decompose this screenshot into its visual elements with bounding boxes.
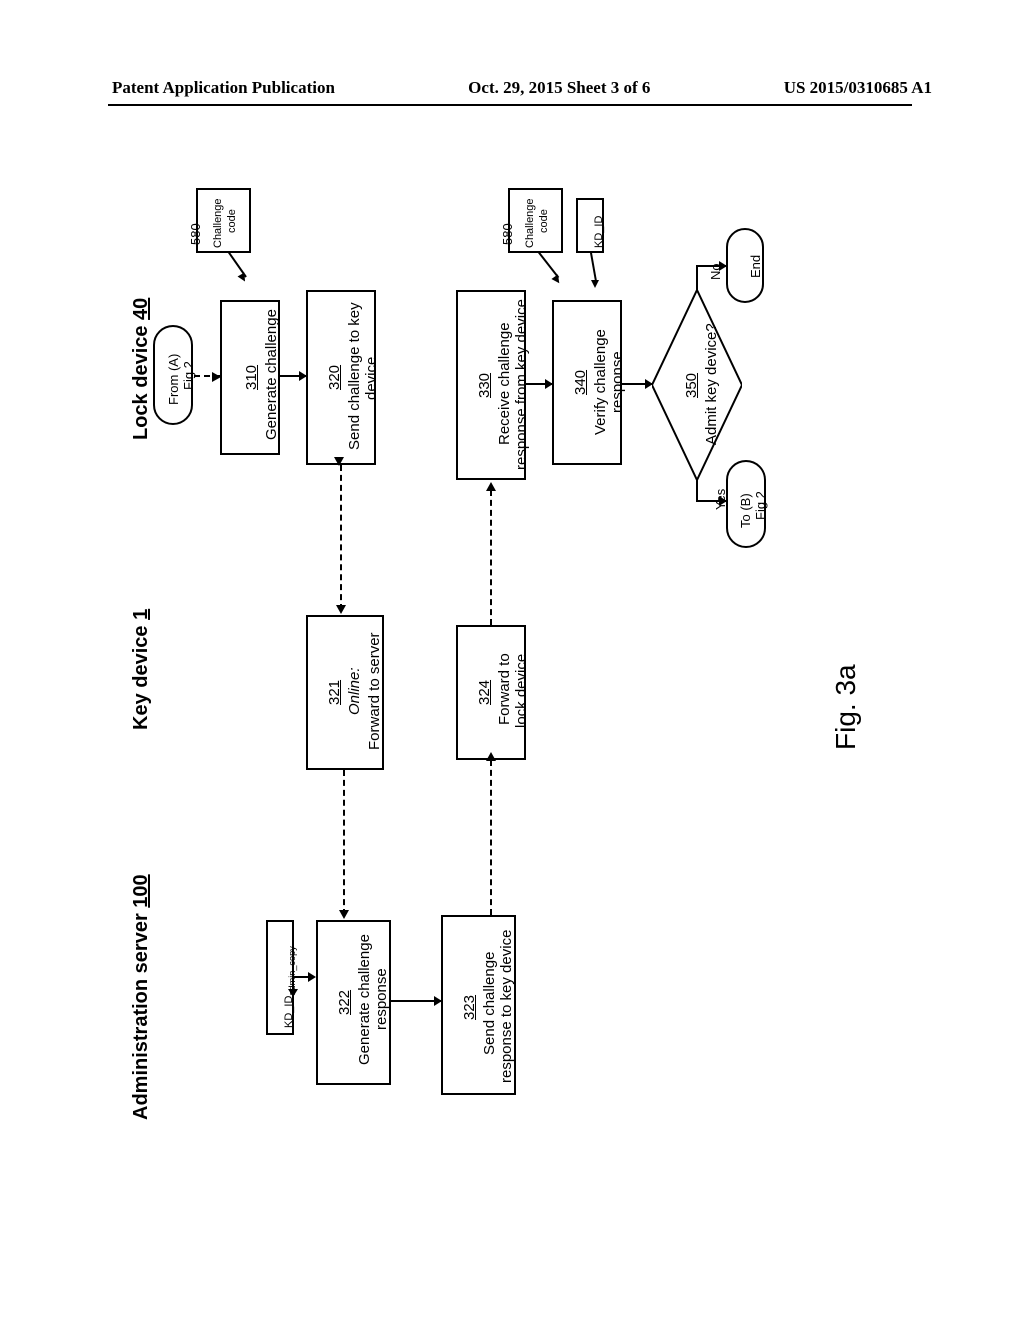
- arrow-340-350: [622, 383, 652, 385]
- box-323-t2: response to key device: [498, 930, 515, 1083]
- arrow-310-320: [280, 375, 306, 377]
- box-310-text: Generate challenge: [263, 309, 280, 440]
- figure-label: Fig. 3a: [830, 664, 862, 750]
- box-323-t1: Send challenge: [481, 952, 498, 1055]
- to-b-l2: Fig 2: [753, 491, 768, 520]
- chal-top-l1: Challenge: [212, 198, 224, 248]
- kdid-conn: [590, 253, 597, 283]
- header-right: US 2015/0310685 A1: [784, 78, 932, 98]
- header-rule: [108, 104, 912, 106]
- arrow-322-323: [391, 1000, 441, 1002]
- key-column-title: Key device 1: [130, 609, 153, 730]
- dash-323-324: [490, 760, 492, 915]
- box-340-num: 340: [572, 370, 589, 395]
- box-320-num: 320: [326, 365, 343, 390]
- box-310-num: 310: [243, 365, 260, 390]
- box-324-t2: lock device: [513, 654, 530, 728]
- chal-bot-580: 580: [500, 223, 515, 245]
- end-text: End: [748, 255, 763, 278]
- header-left: Patent Application Publication: [112, 78, 335, 98]
- dash-323-324-head: [486, 752, 496, 761]
- arrow-from-a: [194, 375, 220, 377]
- figure-3a-diagram: Fig. 3a Administration server 100 Key de…: [108, 150, 912, 1150]
- box-324-t1: Forward to: [496, 653, 513, 725]
- chal-top-l2: code: [226, 209, 238, 233]
- header-middle: Oct. 29, 2015 Sheet 3 of 6: [468, 78, 650, 98]
- dash-320-321-head: [336, 605, 346, 614]
- admin-column-title: Administration server 100: [130, 874, 153, 1120]
- box-324-num: 324: [476, 680, 493, 705]
- yes-v1: [696, 480, 698, 500]
- box-330-t1: Receive challenge: [496, 322, 513, 445]
- box-340-t1: Verify challenge: [592, 329, 609, 435]
- page-header: Patent Application Publication Oct. 29, …: [0, 78, 1024, 98]
- chal-top-580: 580: [188, 223, 203, 245]
- kdid-admin-arr: [292, 978, 294, 996]
- no-label: No: [708, 263, 723, 280]
- chal-bot-head: [551, 274, 562, 285]
- box-321-num: 321: [326, 680, 343, 705]
- dash-324-330: [490, 490, 492, 625]
- arrow-330-340: [526, 383, 552, 385]
- from-a-line1: From (A): [166, 354, 181, 405]
- chal-bot-l1: Challenge: [524, 198, 536, 248]
- to-b-l1: To (B): [738, 493, 753, 528]
- box-322-t1: Generate challenge: [356, 934, 373, 1065]
- chal-top-arrowhead: [238, 273, 249, 284]
- box-321-text: Forward to server: [366, 632, 383, 750]
- kdid-text: KD_ID: [593, 216, 605, 248]
- box-320-t2: device: [363, 357, 380, 400]
- box-323-num: 323: [461, 995, 478, 1020]
- box-322-num: 322: [336, 990, 353, 1015]
- dash-321-322-head: [339, 910, 349, 919]
- box-320-t1: Send challenge to key: [346, 302, 363, 450]
- box-322-t2: response: [373, 968, 390, 1030]
- d350-num: 350: [683, 373, 700, 398]
- dash-320-321-v: [340, 465, 342, 610]
- box-321-online: Online:: [346, 667, 363, 715]
- no-v1: [696, 265, 698, 290]
- dash-321-322: [343, 770, 345, 915]
- chal-bot-l2: code: [538, 209, 550, 233]
- kdid-to-322-head: [308, 972, 316, 982]
- box-330-num: 330: [476, 373, 493, 398]
- dash-324-330-head: [486, 482, 496, 491]
- kdid-admin-text: KD_IDadmin_copy: [283, 946, 297, 1028]
- d350-text: Admit key device?: [703, 323, 720, 445]
- kdid-head: [591, 280, 599, 288]
- lock-column-title: Lock device 40: [130, 298, 153, 440]
